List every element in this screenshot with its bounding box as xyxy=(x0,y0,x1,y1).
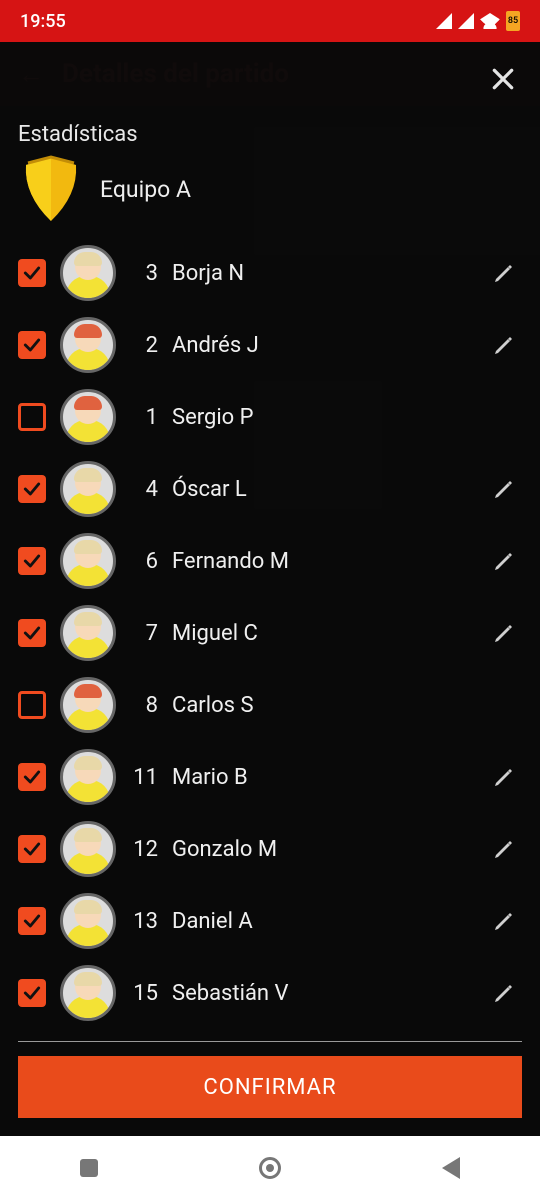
player-avatar xyxy=(60,893,116,949)
confirm-button[interactable]: CONFIRMAR xyxy=(18,1056,522,1118)
player-row: 15 Sebastián V xyxy=(18,957,522,1029)
player-number: 12 xyxy=(130,837,158,862)
player-name: Miguel C xyxy=(172,621,472,646)
team-name: Equipo A xyxy=(100,176,191,203)
player-row: 12 Gonzalo M xyxy=(18,813,522,885)
player-checkbox[interactable] xyxy=(18,907,46,935)
player-avatar xyxy=(60,821,116,877)
player-name: Gonzalo M xyxy=(172,837,472,862)
status-indicators: 85 xyxy=(436,11,520,31)
player-checkbox[interactable] xyxy=(18,763,46,791)
nav-recent-button[interactable] xyxy=(80,1159,98,1177)
player-number: 1 xyxy=(130,405,158,430)
edit-player-button[interactable] xyxy=(486,327,522,363)
signal-icon xyxy=(436,13,452,29)
player-row: 2 Andrés J xyxy=(18,309,522,381)
player-avatar xyxy=(60,605,116,661)
edit-player-button[interactable] xyxy=(486,975,522,1011)
edit-player-button[interactable] xyxy=(486,759,522,795)
player-avatar xyxy=(60,965,116,1021)
player-row: 13 Daniel A xyxy=(18,885,522,957)
player-checkbox[interactable] xyxy=(18,331,46,359)
edit-player-button[interactable] xyxy=(486,255,522,291)
edit-player-button[interactable] xyxy=(486,903,522,939)
nav-back-button[interactable] xyxy=(442,1157,460,1179)
player-number: 6 xyxy=(130,549,158,574)
edit-player-button[interactable] xyxy=(486,471,522,507)
divider xyxy=(18,1041,522,1042)
player-number: 15 xyxy=(130,981,158,1006)
player-name: Daniel A xyxy=(172,909,472,934)
edit-player-button[interactable] xyxy=(486,543,522,579)
player-checkbox[interactable] xyxy=(18,547,46,575)
nav-home-button[interactable] xyxy=(259,1157,281,1179)
player-number: 11 xyxy=(130,765,158,790)
close-button[interactable] xyxy=(488,64,518,94)
status-time: 19:55 xyxy=(20,11,66,32)
player-name: Óscar L xyxy=(172,477,472,502)
player-row: 11 Mario B xyxy=(18,741,522,813)
player-name: Sebastián V xyxy=(172,981,472,1006)
player-number: 4 xyxy=(130,477,158,502)
player-number: 2 xyxy=(130,333,158,358)
team-shield-icon xyxy=(18,153,84,225)
player-avatar xyxy=(60,533,116,589)
edit-player-button[interactable] xyxy=(486,831,522,867)
player-avatar xyxy=(60,389,116,445)
edit-player-button[interactable] xyxy=(486,615,522,651)
player-checkbox[interactable] xyxy=(18,475,46,503)
player-name: Borja N xyxy=(172,261,472,286)
player-name: Carlos S xyxy=(172,693,522,718)
player-name: Andrés J xyxy=(172,333,472,358)
stats-modal: Estadísticas Equipo A 3 Borja N 2 Andrés J 1… xyxy=(0,42,540,1136)
status-bar: 19:55 85 xyxy=(0,0,540,42)
player-row: 7 Miguel C xyxy=(18,597,522,669)
player-checkbox[interactable] xyxy=(18,403,46,431)
player-number: 3 xyxy=(130,261,158,286)
player-row: 3 Borja N xyxy=(18,237,522,309)
player-checkbox[interactable] xyxy=(18,979,46,1007)
team-header: Equipo A xyxy=(18,153,522,225)
player-row: 6 Fernando M xyxy=(18,525,522,597)
player-checkbox[interactable] xyxy=(18,259,46,287)
player-name: Mario B xyxy=(172,765,472,790)
player-avatar xyxy=(60,245,116,301)
player-row: 4 Óscar L xyxy=(18,453,522,525)
player-number: 8 xyxy=(130,693,158,718)
player-avatar xyxy=(60,317,116,373)
player-avatar xyxy=(60,749,116,805)
player-name: Fernando M xyxy=(172,549,472,574)
player-number: 13 xyxy=(130,909,158,934)
battery-icon: 85 xyxy=(506,11,520,31)
player-checkbox[interactable] xyxy=(18,619,46,647)
android-nav-bar xyxy=(0,1136,540,1200)
player-list[interactable]: 3 Borja N 2 Andrés J 1 Sergio P 4 Óscar L 6 Ferna… xyxy=(18,237,522,1035)
player-checkbox[interactable] xyxy=(18,835,46,863)
player-number: 7 xyxy=(130,621,158,646)
signal-icon xyxy=(458,13,474,29)
wifi-icon xyxy=(480,13,500,29)
player-name: Sergio P xyxy=(172,405,522,430)
player-row: 1 Sergio P xyxy=(18,381,522,453)
player-avatar xyxy=(60,461,116,517)
modal-title: Estadísticas xyxy=(18,122,522,147)
player-row: 8 Carlos S xyxy=(18,669,522,741)
player-avatar xyxy=(60,677,116,733)
player-checkbox[interactable] xyxy=(18,691,46,719)
